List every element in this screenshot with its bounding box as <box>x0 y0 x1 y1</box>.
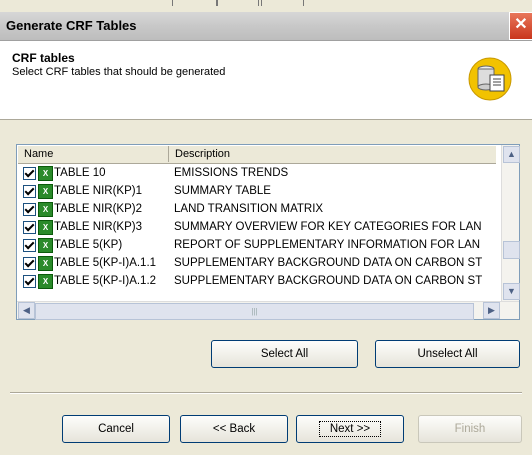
header-heading: CRF tables <box>12 51 75 65</box>
excel-sheet-icon: X <box>38 202 53 217</box>
excel-sheet-icon: X <box>38 184 53 199</box>
title-bar: Generate CRF Tables ✕ <box>0 12 532 41</box>
table-description: LAND TRANSITION MATRIX <box>174 203 324 215</box>
table-description: EMISSIONS TRENDS <box>174 167 289 179</box>
list-rows: X TABLE 10 EMISSIONS TRENDS X TABLE NIR(… <box>18 164 496 300</box>
list-item[interactable]: X TABLE 5(KP-I)A.1.2 SUPPLEMENTARY BACKG… <box>18 272 496 290</box>
vertical-scroll-thumb[interactable] <box>503 241 520 259</box>
next-button-label: Next >> <box>318 421 382 437</box>
list-item[interactable]: X TABLE NIR(KP)3 SUMMARY OVERVIEW FOR KE… <box>18 218 496 236</box>
scroll-down-button[interactable]: ▼ <box>503 283 520 300</box>
wizard-header: CRF tables Select CRF tables that should… <box>0 41 532 120</box>
list-item[interactable]: X TABLE 5(KP) REPORT OF SUPPLEMENTARY IN… <box>18 236 496 254</box>
table-name: TABLE NIR(KP)2 <box>54 203 142 215</box>
background-cell <box>172 0 218 6</box>
table-name: TABLE 5(KP-I)A.1.1 <box>54 257 157 269</box>
crf-table-list[interactable]: Name Description X TABLE 10 EMISSIONS TR… <box>16 144 520 320</box>
next-button[interactable]: Next >> <box>296 415 404 443</box>
horizontal-scrollbar[interactable]: ◀ ||| ▶ <box>17 301 519 320</box>
excel-sheet-icon: X <box>38 220 53 235</box>
background-window-fragment <box>0 0 532 12</box>
table-name: TABLE NIR(KP)1 <box>54 185 142 197</box>
list-item[interactable]: X TABLE NIR(KP)2 LAND TRANSITION MATRIX <box>18 200 496 218</box>
column-header-description[interactable]: Description <box>169 146 495 162</box>
row-checkbox[interactable] <box>23 239 36 252</box>
finish-button[interactable]: Finish <box>418 415 522 443</box>
chevron-up-icon: ▲ <box>507 149 516 159</box>
list-item[interactable]: X TABLE 10 EMISSIONS TRENDS <box>18 164 496 182</box>
row-checkbox[interactable] <box>23 185 36 198</box>
close-button[interactable]: ✕ <box>509 12 532 40</box>
table-description: SUPPLEMENTARY BACKGROUND DATA ON CARBON … <box>174 275 483 287</box>
list-item[interactable]: X TABLE 5(KP-I)A.1.1 SUPPLEMENTARY BACKG… <box>18 254 496 272</box>
column-header-name[interactable]: Name <box>18 146 169 162</box>
chevron-right-icon: ▶ <box>488 305 495 315</box>
grip-icon: ||| <box>251 307 258 316</box>
unselect-all-button[interactable]: Unselect All <box>375 340 520 368</box>
excel-sheet-icon: X <box>38 256 53 271</box>
finish-button-label: Finish <box>454 423 486 435</box>
scroll-up-button[interactable]: ▲ <box>503 146 520 163</box>
excel-sheet-icon: X <box>38 166 53 181</box>
scroll-right-button[interactable]: ▶ <box>483 302 500 319</box>
cancel-button-label: Cancel <box>98 423 134 435</box>
window-title: Generate CRF Tables <box>6 18 137 33</box>
background-cell <box>216 0 262 6</box>
chevron-down-icon: ▼ <box>507 286 516 296</box>
table-name: TABLE 5(KP) <box>54 239 123 251</box>
header-subtitle: Select CRF tables that should be generat… <box>12 66 226 78</box>
row-checkbox[interactable] <box>23 221 36 234</box>
row-checkbox[interactable] <box>23 275 36 288</box>
close-icon: ✕ <box>514 16 528 33</box>
table-name: TABLE 10 <box>54 167 106 179</box>
back-button[interactable]: << Back <box>180 415 288 443</box>
table-description: REPORT OF SUPPLEMENTARY INFORMATION FOR … <box>174 239 481 251</box>
excel-sheet-icon: X <box>38 274 53 289</box>
list-item[interactable]: X TABLE NIR(KP)1 SUMMARY TABLE <box>18 182 496 200</box>
footer-separator <box>10 392 522 394</box>
vertical-scrollbar[interactable]: ▲ ▼ <box>501 145 520 301</box>
chevron-left-icon: ◀ <box>23 305 30 315</box>
table-description: SUMMARY TABLE <box>174 185 271 197</box>
select-all-button[interactable]: Select All <box>211 340 358 368</box>
table-name: TABLE NIR(KP)3 <box>54 221 142 233</box>
background-cell <box>258 0 304 6</box>
table-name: TABLE 5(KP-I)A.1.2 <box>54 275 157 287</box>
back-button-label: << Back <box>212 423 256 435</box>
database-report-icon <box>468 57 512 101</box>
table-description: SUMMARY OVERVIEW FOR KEY CATEGORIES FOR … <box>174 221 482 233</box>
list-header: Name Description <box>18 146 496 164</box>
row-checkbox[interactable] <box>23 257 36 270</box>
cancel-button[interactable]: Cancel <box>62 415 170 443</box>
table-description: SUPPLEMENTARY BACKGROUND DATA ON CARBON … <box>174 257 483 269</box>
scroll-left-button[interactable]: ◀ <box>18 302 35 319</box>
horizontal-scroll-thumb[interactable]: ||| <box>35 303 474 320</box>
excel-sheet-icon: X <box>38 238 53 253</box>
row-checkbox[interactable] <box>23 167 36 180</box>
row-checkbox[interactable] <box>23 203 36 216</box>
